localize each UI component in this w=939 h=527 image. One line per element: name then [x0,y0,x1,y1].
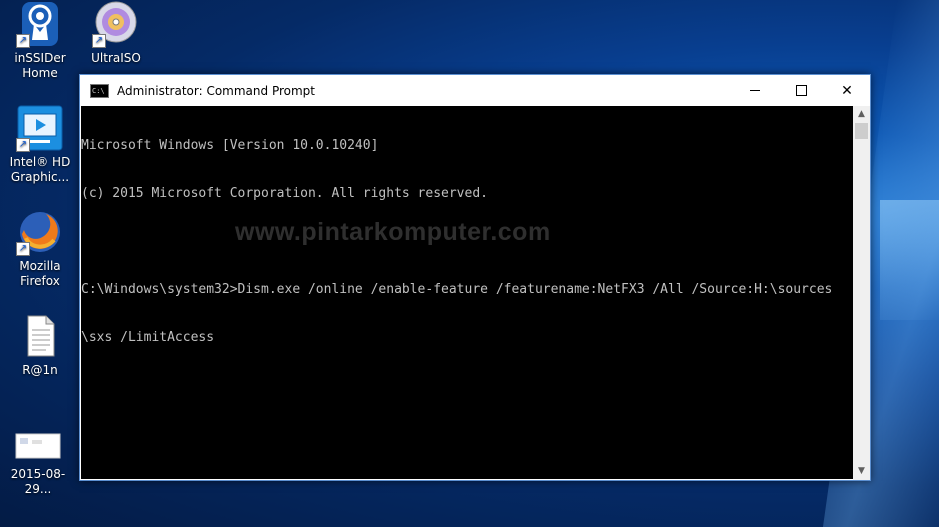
window-titlebar[interactable]: C:\ Administrator: Command Prompt ✕ [80,75,870,106]
scroll-down-arrow-icon[interactable]: ▼ [853,463,870,480]
console-line: (c) 2015 Microsoft Corporation. All righ… [81,186,488,201]
vertical-scrollbar[interactable]: ▲ ▼ [853,106,870,480]
desktop-icon-intel-hd[interactable]: ↗ Intel® HD Graphic... [2,104,78,185]
minimize-icon [750,90,760,91]
desktop-icon-label: UltraISO [91,51,141,65]
intel-graphics-icon: ↗ [16,104,64,152]
desktop-icon-firefox[interactable]: ↗ Mozilla Firefox [2,208,78,289]
console-line: C:\Windows\system32>Dism.exe /online /en… [81,282,833,297]
desktop-icon-inssider[interactable]: ↗ inSSIDer Home [2,0,78,81]
scroll-thumb[interactable] [855,123,868,139]
minimize-button[interactable] [732,75,778,106]
desktop-icon-label: Firefox [20,274,60,288]
close-button[interactable]: ✕ [824,75,870,106]
desktop-icon-label: Graphic... [10,170,70,184]
maximize-button[interactable] [778,75,824,106]
firefox-icon: ↗ [16,208,64,256]
console-output[interactable]: Microsoft Windows [Version 10.0.10240] (… [81,106,853,479]
inssider-icon: ↗ [16,0,64,48]
desktop-icon-label: inSSIDer [14,51,66,65]
scroll-up-arrow-icon[interactable]: ▲ [853,106,870,123]
watermark-text: www.pintarkomputer.com [235,218,551,246]
maximize-icon [795,85,807,96]
desktop-icon-r1n[interactable]: R@1n [2,312,78,378]
desktop-icon-label: 2015-08-29... [10,467,66,496]
cmd-icon: C:\ [90,83,109,98]
text-document-icon [16,312,64,360]
wallpaper-light-beam-small [880,200,939,320]
desktop-icon-label: Home [22,66,58,80]
desktop-icon-label: R@1n [22,363,58,377]
command-prompt-window[interactable]: C:\ Administrator: Command Prompt ✕ Micr… [79,74,871,481]
desktop-icon-label: Intel® HD [9,155,71,169]
desktop-icon-screenshot[interactable]: 2015-08-29... [0,416,76,497]
desktop-icon-ultraiso[interactable]: ↗ UltraISO [78,0,154,66]
console-line: Microsoft Windows [Version 10.0.10240] [81,138,379,153]
console-line: \sxs /LimitAccess [81,330,215,345]
desktop-icon-label: Mozilla [19,259,61,273]
ultraiso-disc-icon: ↗ [92,0,140,48]
close-icon: ✕ [841,82,853,99]
window-title: Administrator: Command Prompt [117,83,315,98]
image-thumbnail-icon [14,416,62,464]
